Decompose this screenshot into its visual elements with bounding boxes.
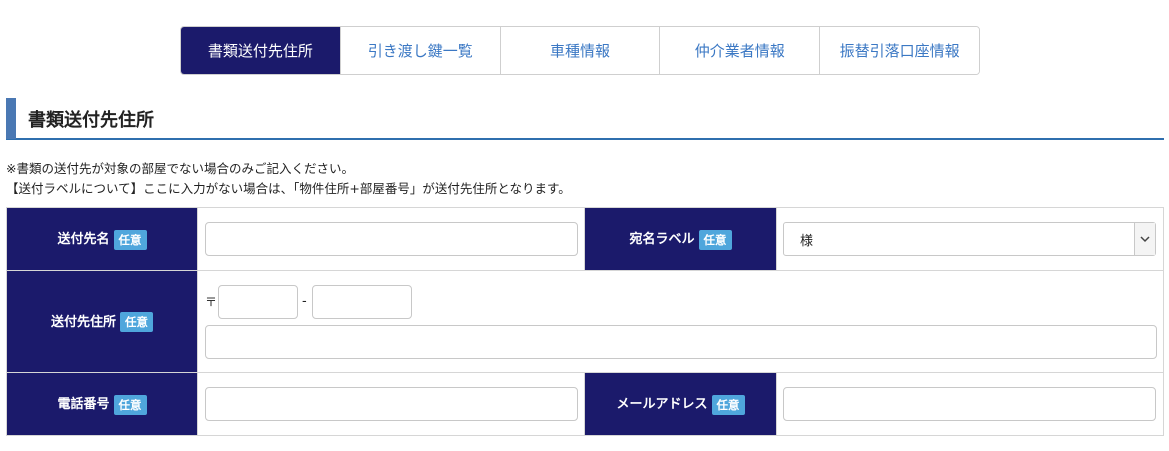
tab-bank-account-info[interactable]: 振替引落口座情報 [819, 27, 979, 74]
tab-key-list[interactable]: 引き渡し鍵一覧 [339, 27, 500, 74]
address-cell: 〒 - [197, 270, 1164, 373]
address-label-cell-main: 送付先住所 任意 [5, 270, 199, 373]
address-label-selected: 様 [799, 233, 813, 249]
tab-bar: 書類送付先住所 引き渡し鍵一覧 車種情報 仲介業者情報 振替引落口座情報 [180, 26, 980, 75]
optional-badge: 任意 [113, 229, 147, 250]
zip-code-second-input[interactable] [311, 284, 412, 319]
zip-separator: - [302, 294, 307, 309]
tab-document-address[interactable]: 書類送付先住所 [181, 27, 340, 74]
section-heading: 書類送付先住所 [6, 98, 1164, 140]
section-title: 書類送付先住所 [28, 109, 154, 131]
recipient-name-label-cell: 送付先名 任意 [5, 207, 199, 271]
optional-badge: 任意 [120, 312, 154, 333]
email-label-cell: メールアドレス 任意 [584, 372, 777, 436]
email-label: メールアドレス [616, 397, 708, 413]
optional-badge: 任意 [711, 394, 745, 415]
phone-label: 電話番号 [57, 397, 110, 413]
chevron-down-icon[interactable] [1133, 223, 1155, 255]
recipient-name-label: 送付先名 [57, 232, 110, 248]
address-label-select[interactable]: 様 [782, 222, 1156, 256]
heading-accent-bar [6, 98, 16, 139]
note-line-1: ※書類の送付先が対象の部屋でない場合のみご記入ください。 [6, 161, 354, 176]
phone-label-cell: 電話番号 任意 [5, 372, 199, 436]
optional-badge: 任意 [113, 394, 147, 415]
phone-cell [197, 372, 586, 436]
zip-code-first-input[interactable] [218, 284, 299, 319]
zip-row: 〒 - [205, 284, 1163, 319]
optional-badge: 任意 [698, 229, 732, 250]
note-line-2: 【送付ラベルについて】ここに入力がない場合は、「物件住所+部屋番号」が送付先住所… [6, 181, 571, 196]
tab-agent-info[interactable]: 仲介業者情報 [659, 27, 820, 74]
address-label-label: 宛名ラベル [629, 232, 695, 248]
address-label-cell: 様 [775, 207, 1165, 271]
email-cell [775, 372, 1165, 436]
phone-input[interactable] [205, 387, 579, 421]
address-input[interactable] [205, 324, 1158, 359]
address-form: 送付先名 任意 宛名ラベル 任意 様 送付先住所 任意 〒 - 電話番号 任意 … [5, 207, 1165, 436]
tab-vehicle-info[interactable]: 車種情報 [499, 27, 660, 74]
postal-mark: 〒 [205, 295, 218, 309]
address-label: 送付先住所 [51, 314, 117, 330]
email-input[interactable] [782, 387, 1156, 421]
recipient-name-cell [197, 207, 586, 271]
recipient-name-input[interactable] [205, 222, 579, 256]
address-label-label-cell: 宛名ラベル 任意 [584, 207, 777, 271]
